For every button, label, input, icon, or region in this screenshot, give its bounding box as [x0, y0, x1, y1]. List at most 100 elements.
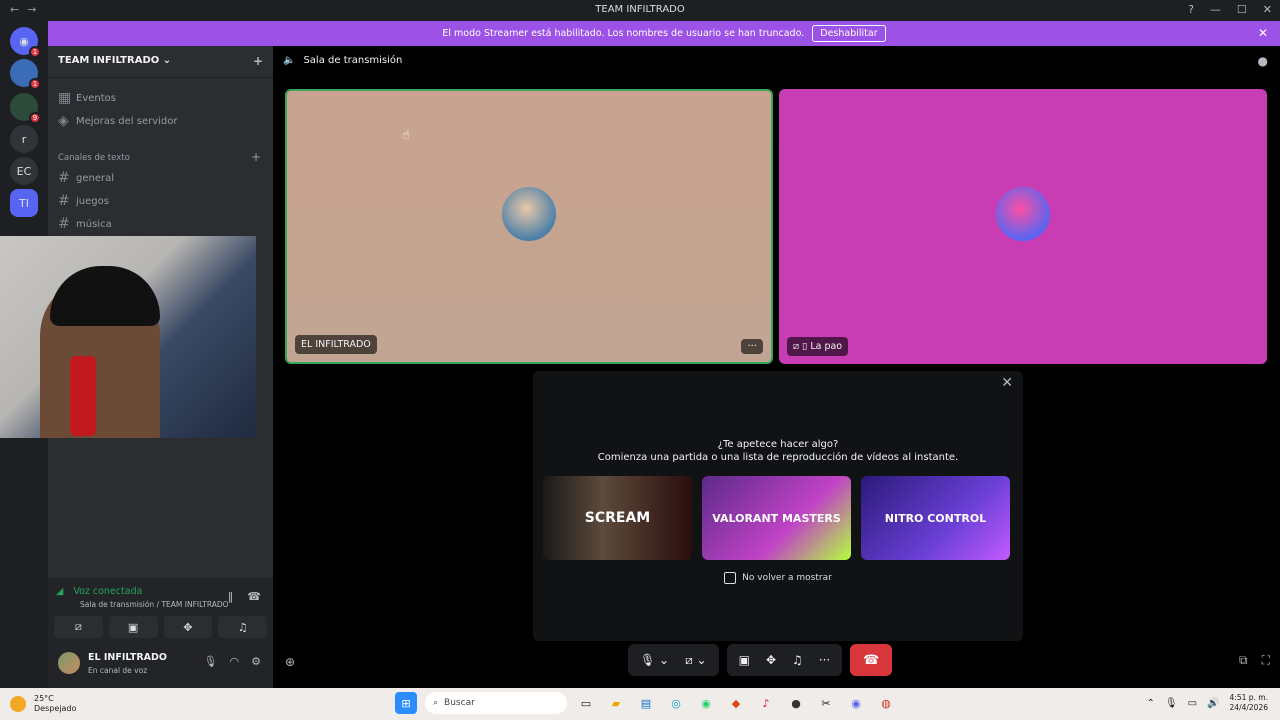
- camera-off-icon[interactable]: ⧄ ⌄: [685, 653, 707, 668]
- streamer-mode-banner: El modo Streamer está habilitado. Los no…: [48, 21, 1280, 46]
- chevron-up-icon[interactable]: ⌃: [1147, 698, 1155, 709]
- server-icon[interactable]: 1: [10, 59, 41, 90]
- participant-tile[interactable]: ⧄ ▯ La pao: [779, 89, 1267, 364]
- call-controls: 🎙 ⌄ ⧄ ⌄ ▣ ✥ ♫ ··· ☎: [628, 644, 893, 676]
- mic-icon[interactable]: 🎙: [204, 655, 218, 668]
- activity-prompt: ✕ ¿Te apetece hacer algo? Comienza una p…: [533, 371, 1023, 641]
- sidebar-item-events[interactable]: ▦ Eventos: [58, 90, 116, 106]
- volume-icon[interactable]: 🔊: [1207, 698, 1219, 709]
- checkbox[interactable]: [724, 572, 737, 584]
- discord-home-icon[interactable]: ◉ 1: [10, 27, 41, 58]
- speaker-icon: 🔈: [283, 55, 296, 66]
- fullscreen-icon[interactable]: ⛶: [1262, 653, 1270, 668]
- minimize-icon[interactable]: —: [1210, 3, 1221, 16]
- system-tray: ⌃ 🎙 ▭ 🔊 4:51 p. m. 24/4/2026: [1147, 693, 1268, 713]
- activities-icon[interactable]: ✥: [163, 616, 213, 638]
- display-icon[interactable]: ▭: [1188, 698, 1197, 709]
- more-icon[interactable]: ···: [819, 653, 830, 667]
- disable-button[interactable]: Deshabilitar: [812, 25, 886, 42]
- server-icon[interactable]: 9: [10, 93, 41, 124]
- popout-icon[interactable]: ⧉: [1239, 653, 1248, 668]
- avatar[interactable]: [58, 652, 80, 674]
- server-header[interactable]: TEAM INFILTRADO ⌄ +: [48, 46, 273, 78]
- app-icon[interactable]: ✂: [815, 692, 837, 714]
- title-bar: ←→ TEAM INFILTRADO ? — ☐ ✕: [0, 0, 1280, 21]
- search-input[interactable]: ⌕ Buscar: [425, 692, 567, 714]
- window-controls[interactable]: ? — ☐ ✕: [1188, 3, 1272, 16]
- activity-card[interactable]: VALORANT MASTERS: [702, 476, 851, 560]
- close-icon[interactable]: ✕: [1263, 3, 1272, 16]
- weather-widget[interactable]: 25°C Despejado: [10, 694, 76, 714]
- invite-icon[interactable]: +: [253, 54, 263, 68]
- sidebar-item-boosts[interactable]: ◈ Mejoras del servidor: [58, 113, 178, 129]
- discord-icon[interactable]: ◉: [845, 692, 867, 714]
- chat-icon[interactable]: ●: [1258, 54, 1268, 68]
- voice-panel: ◢ Voz conectada Sala de transmisión / TEA…: [48, 578, 273, 688]
- search-icon: ⌕: [433, 698, 439, 708]
- help-icon[interactable]: ?: [1188, 3, 1194, 16]
- hangup-button[interactable]: ☎: [850, 644, 893, 676]
- add-channel-icon[interactable]: +: [251, 150, 261, 164]
- share-screen-icon[interactable]: ▣: [108, 616, 158, 638]
- webcam-overlay: [0, 236, 256, 438]
- activity-card[interactable]: SCREAM: [543, 476, 692, 560]
- user-panel[interactable]: EL INFILTRADO En canal de voz 🎙 ◠ ⚙: [54, 646, 267, 682]
- channel-musica[interactable]: # música: [58, 216, 112, 232]
- voice-location[interactable]: Sala de transmisión / TEAM INFILTRADO: [80, 600, 229, 609]
- chrome-icon[interactable]: ◍: [875, 692, 897, 714]
- hash-icon: #: [58, 170, 70, 186]
- channel-header: 🔈 Sala de transmisión: [283, 55, 403, 66]
- app-icon[interactable]: ◆: [725, 692, 747, 714]
- close-icon[interactable]: ✕: [1001, 375, 1013, 391]
- weather-icon: [10, 696, 26, 712]
- avatar: [502, 186, 556, 241]
- whatsapp-icon[interactable]: ◉: [695, 692, 717, 714]
- clock[interactable]: 4:51 p. m. 24/4/2026: [1230, 693, 1268, 713]
- settings-icon[interactable]: ⚙: [251, 655, 261, 668]
- participant-name: ⧄ ▯ La pao: [787, 337, 849, 356]
- boost-icon: ◈: [58, 113, 69, 129]
- channel-general[interactable]: # general: [58, 170, 114, 186]
- banner-text: El modo Streamer está habilitado. Los no…: [442, 28, 805, 39]
- signal-icon: ◢: [56, 586, 64, 597]
- disconnect-icon[interactable]: ☎: [247, 590, 261, 603]
- server-icon-active[interactable]: TI: [10, 189, 38, 217]
- avatar: [996, 186, 1050, 241]
- server-icon[interactable]: EC: [10, 157, 38, 185]
- share-screen-icon[interactable]: ▣: [739, 653, 750, 667]
- file-explorer-icon[interactable]: ▰: [605, 692, 627, 714]
- hash-icon: #: [58, 216, 70, 232]
- app-icon[interactable]: ♪: [755, 692, 777, 714]
- task-view-icon[interactable]: ▭: [575, 692, 597, 714]
- camera-off-icon[interactable]: ⧄: [54, 616, 103, 638]
- participant-tile[interactable]: EL INFILTRADO ···: [285, 89, 773, 364]
- stage-area: 🔈 Sala de transmisión ● EL INFILTRADO ···…: [273, 46, 1280, 688]
- mic-icon[interactable]: 🎙 ⌄: [640, 653, 669, 667]
- edge-icon[interactable]: ◎: [665, 692, 687, 714]
- activity-title: ¿Te apetece hacer algo?: [717, 439, 839, 450]
- mic-icon[interactable]: 🎙: [1165, 698, 1178, 709]
- hash-icon: #: [58, 193, 70, 209]
- windows-taskbar: 25°C Despejado ⊞ ⌕ Buscar ▭ ▰ ▤ ◎ ◉ ◆ ♪ ● …: [0, 688, 1280, 720]
- start-icon[interactable]: ⊞: [395, 692, 417, 714]
- channel-juegos[interactable]: # juegos: [58, 193, 109, 209]
- server-icon[interactable]: r: [10, 125, 38, 153]
- dont-show-again[interactable]: No volver a mostrar: [533, 572, 1023, 584]
- app-icon[interactable]: ●: [785, 692, 807, 714]
- store-icon[interactable]: ▤: [635, 692, 657, 714]
- activities-icon[interactable]: ✥: [766, 653, 776, 667]
- banner-close-icon[interactable]: ✕: [1258, 26, 1268, 40]
- category-label[interactable]: Canales de texto: [58, 153, 130, 163]
- maximize-icon[interactable]: ☐: [1237, 3, 1247, 16]
- noise-icon[interactable]: ‖: [228, 590, 234, 603]
- voice-status: ◢ Voz conectada: [56, 586, 143, 597]
- soundboard-icon[interactable]: ♫: [218, 616, 267, 638]
- headphones-icon[interactable]: ◠: [230, 655, 240, 668]
- more-options-icon[interactable]: ···: [741, 339, 763, 354]
- cursor-icon: ☝: [402, 128, 410, 143]
- soundboard-icon[interactable]: ♫: [792, 653, 803, 667]
- activity-card[interactable]: NITRO CONTROL: [861, 476, 1010, 560]
- activity-subtitle: Comienza una partida o una lista de repr…: [597, 452, 959, 463]
- user-status: En canal de voz: [88, 666, 148, 675]
- invite-user-icon[interactable]: ⊕: [285, 655, 295, 669]
